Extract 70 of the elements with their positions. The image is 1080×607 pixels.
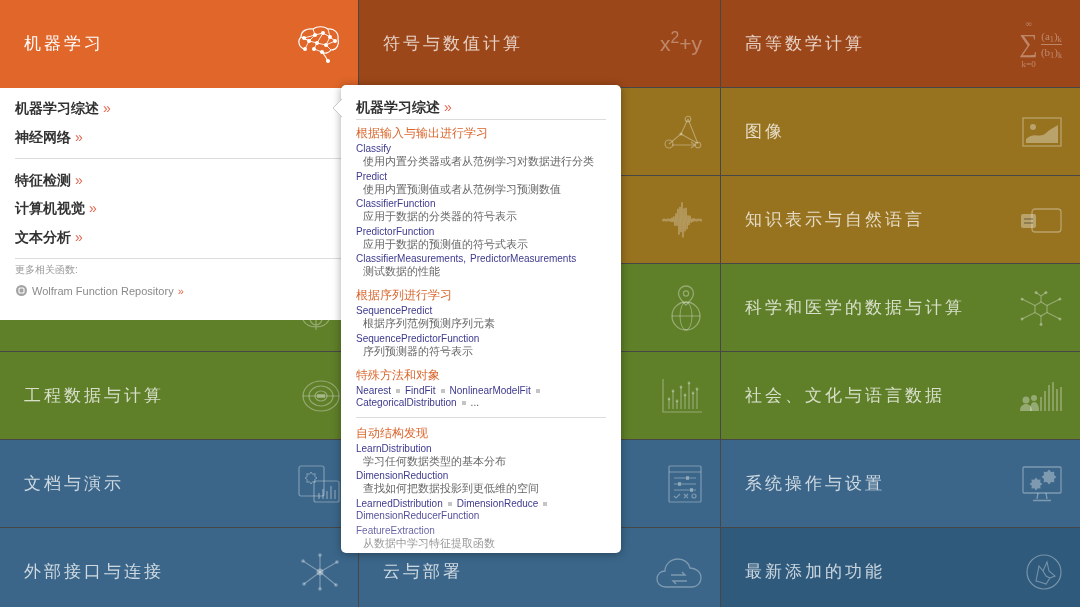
- category-tile[interactable]: 系统操作与设置: [721, 440, 1080, 528]
- people-chart-icon: [1020, 381, 1062, 411]
- function-link[interactable]: FeatureExtraction: [356, 525, 435, 537]
- function-link[interactable]: NonlinearModelFit: [449, 384, 531, 397]
- function-link[interactable]: PredictorFunction: [356, 225, 435, 238]
- menu-link[interactable]: 机器学习综述 »: [15, 98, 111, 118]
- bullet-icon: [461, 400, 466, 405]
- bar-chart-icon: [662, 379, 702, 413]
- bullet-icon: [447, 501, 452, 506]
- field-lines-icon: [302, 380, 340, 412]
- bullet-icon: [440, 388, 445, 393]
- function-link[interactable]: CategoricalDistribution: [356, 396, 457, 409]
- menu-link[interactable]: 文本分析 »: [15, 226, 83, 247]
- globe-icon: [302, 320, 330, 330]
- function-description: 序列预测器的符号表示: [362, 344, 473, 357]
- function-link[interactable]: ClassifierFunction: [356, 198, 436, 210]
- function-link[interactable]: DimensionReduce: [456, 497, 539, 510]
- section-heading: 根据序列进行学习: [356, 287, 452, 303]
- function-link[interactable]: Predict: [356, 170, 388, 183]
- section-heading: 特殊方法和对象: [356, 366, 440, 383]
- text-card-icon: [1020, 207, 1062, 233]
- image-icon: [1022, 117, 1062, 147]
- category-tile[interactable]: 最新添加的功能: [721, 528, 1080, 607]
- bullet-icon: [535, 388, 540, 393]
- function-link[interactable]: LearnedDistribution: [356, 497, 443, 510]
- function-link[interactable]: Classify: [356, 143, 391, 155]
- hub-arrows-icon: [300, 553, 340, 591]
- function-description: 测试数据的性能: [362, 265, 440, 277]
- function-link[interactable]: ClassifierMeasurements,: [356, 253, 467, 265]
- settings-monitor-icon: [1022, 466, 1062, 502]
- function-link[interactable]: DimensionReducerFunction: [356, 509, 480, 522]
- menu-link[interactable]: 计算机视觉 »: [15, 198, 97, 218]
- molecule-icon: [1020, 290, 1062, 326]
- function-link[interactable]: PredictorMeasurements: [470, 253, 577, 265]
- function-link[interactable]: LearnDistribution: [356, 442, 432, 455]
- bullet-icon: [543, 501, 548, 506]
- function-description: 学习任何数据类型的基本分布: [362, 454, 506, 467]
- function-description: 查找如何把数据投影到更低维的空间: [362, 482, 539, 494]
- function-description: 应用于数据的分类器的符号表示: [362, 210, 517, 222]
- function-link[interactable]: Nearest: [356, 384, 391, 397]
- document-chart-icon: [298, 465, 340, 503]
- category-tile[interactable]: 外部接口与连接: [0, 528, 358, 607]
- globe-pin-icon: [670, 285, 702, 331]
- brain-network-icon: [296, 25, 340, 63]
- function-description: 从数据中学习特征提取函数: [362, 537, 495, 549]
- form-icon: [668, 465, 702, 503]
- menu-link[interactable]: 神经网络 »: [15, 126, 83, 147]
- cloud-icon: [656, 556, 702, 588]
- menu-link[interactable]: 特征检测 »: [15, 169, 83, 190]
- wolf-head-icon: [1026, 554, 1062, 590]
- function-link[interactable]: FindFit: [405, 384, 436, 397]
- section-heading: 自动结构发现: [356, 424, 428, 441]
- category-tile[interactable]: 符号与数值计算 x$^{2}$+y: [359, 0, 720, 88]
- function-description: 使用内置分类器或者从范例学习对数据进行分类: [362, 155, 594, 167]
- function-description: 应用于数据的预测值的符号式表示: [362, 237, 528, 250]
- related-caption: 更多相关函数:: [15, 263, 78, 276]
- function-link[interactable]: SequencePredict: [356, 305, 433, 317]
- section-heading: 根据输入与输出进行学习: [356, 125, 488, 141]
- formula-text: x$^{2}$+y: [659, 31, 702, 57]
- waveform-icon: [662, 200, 702, 240]
- popup-title-link[interactable]: 机器学习综述 »: [356, 98, 452, 116]
- function-link[interactable]: SequencePredictorFunction: [356, 332, 480, 345]
- function-description: 根据序列范例预测序列元素: [362, 317, 495, 329]
- function-description: 使用内置预测值或者从范例学习预测数值: [362, 182, 561, 195]
- graph-icon: [664, 115, 702, 149]
- repository-link[interactable]: Wolfram Function Repository »: [32, 283, 184, 298]
- more-link[interactable]: ...: [470, 396, 479, 409]
- function-link[interactable]: DimensionReduction: [356, 470, 449, 482]
- repository-icon: [16, 285, 27, 296]
- bullet-icon: [396, 388, 400, 393]
